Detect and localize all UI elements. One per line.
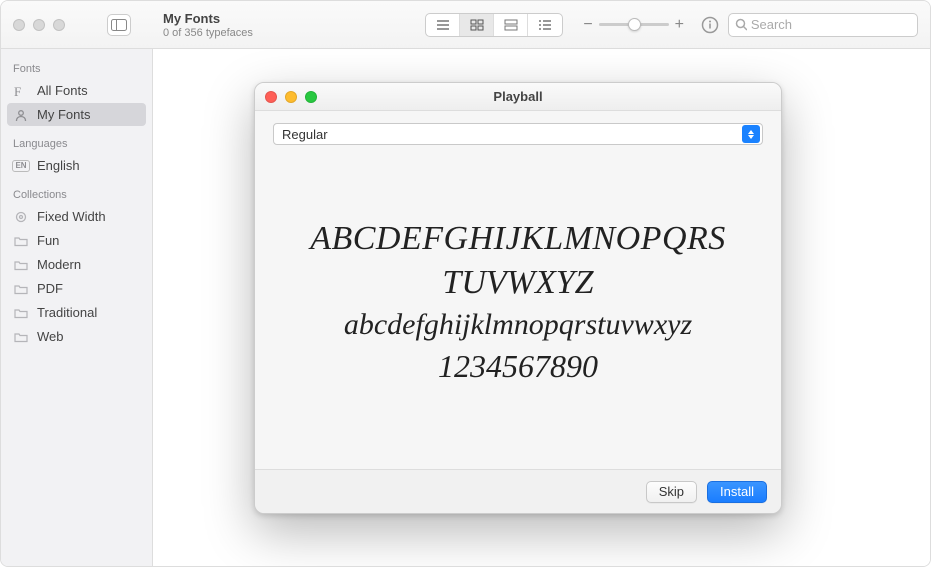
search-field[interactable] <box>728 13 918 37</box>
dialog-titlebar: Playball <box>255 83 781 111</box>
sidebar-item-label: Web <box>37 329 64 344</box>
preview-line-digits: 1234567890 <box>438 348 598 385</box>
dialog-title: Playball <box>255 89 781 104</box>
list-icon <box>538 19 552 31</box>
sidebar-icon <box>111 19 127 31</box>
font-preview: ABCDEFGHIJKLMNOPQRS TUVWXYZ abcdefghijkl… <box>273 145 763 469</box>
font-icon: F <box>13 84 29 98</box>
sidebar-item-label: English <box>37 158 80 173</box>
rows-icon <box>504 19 518 31</box>
view-repertoire-button[interactable] <box>494 14 528 36</box>
info-icon <box>701 16 719 34</box>
window-controls <box>13 14 135 36</box>
user-icon <box>13 108 29 122</box>
dialog-window-controls <box>265 91 317 103</box>
folder-icon <box>13 283 29 295</box>
sidebar-section-header: Fonts <box>1 59 152 78</box>
search-icon <box>735 18 747 31</box>
sidebar-item-fun[interactable]: Fun <box>1 229 152 252</box>
svg-text:F: F <box>14 84 21 98</box>
sidebar-item-label: PDF <box>37 281 63 296</box>
sidebar-item-web[interactable]: Web <box>1 325 152 348</box>
zoom-in-button[interactable]: + <box>675 16 684 34</box>
sidebar: Fonts F All Fonts My Fonts Languages EN … <box>1 49 153 566</box>
font-style-select[interactable]: Regular <box>273 123 763 145</box>
sidebar-item-pdf[interactable]: PDF <box>1 277 152 300</box>
skip-button[interactable]: Skip <box>646 481 697 503</box>
folder-icon <box>13 307 29 319</box>
dialog-close-button[interactable] <box>265 91 277 103</box>
minimize-window-button[interactable] <box>33 19 45 31</box>
lines-icon <box>436 19 450 31</box>
font-style-value: Regular <box>282 127 328 142</box>
zoom-slider[interactable] <box>599 23 669 26</box>
zoom-slider-thumb[interactable] <box>628 18 641 31</box>
zoom-window-button[interactable] <box>53 19 65 31</box>
preview-line-lowercase: abcdefghijklmnopqrstuvwxyz <box>344 308 692 342</box>
sidebar-item-label: Fixed Width <box>37 209 106 224</box>
toolbar: − + <box>425 13 918 37</box>
dialog-footer: Skip Install <box>255 469 781 513</box>
sidebar-section-header: Languages <box>1 134 152 153</box>
view-sample-button[interactable] <box>426 14 460 36</box>
sidebar-item-label: All Fonts <box>37 83 88 98</box>
lang-badge-icon: EN <box>13 160 29 172</box>
sidebar-item-label: My Fonts <box>37 107 90 122</box>
sidebar-item-label: Modern <box>37 257 81 272</box>
view-list-button[interactable] <box>528 14 562 36</box>
preview-line-uppercase-2: TUVWXYZ <box>442 264 593 302</box>
folder-icon <box>13 331 29 343</box>
dialog-minimize-button[interactable] <box>285 91 297 103</box>
window-title: My Fonts <box>163 11 253 26</box>
sidebar-item-label: Traditional <box>37 305 97 320</box>
titlebar: My Fonts 0 of 356 typefaces − <box>1 1 930 49</box>
grid-icon <box>470 19 484 31</box>
close-window-button[interactable] <box>13 19 25 31</box>
dialog-zoom-button[interactable] <box>305 91 317 103</box>
folder-icon <box>13 235 29 247</box>
toggle-sidebar-button[interactable] <box>107 14 131 36</box>
dialog-body: Regular ABCDEFGHIJKLMNOPQRS TUVWXYZ abcd… <box>255 111 781 469</box>
zoom-out-button[interactable]: − <box>583 16 592 34</box>
window-subtitle: 0 of 356 typefaces <box>163 27 253 39</box>
zoom-control: − + <box>583 16 684 34</box>
sidebar-item-modern[interactable]: Modern <box>1 253 152 276</box>
sidebar-item-traditional[interactable]: Traditional <box>1 301 152 324</box>
sidebar-item-all-fonts[interactable]: F All Fonts <box>1 79 152 102</box>
view-grid-button[interactable] <box>460 14 494 36</box>
view-mode-segment <box>425 13 563 37</box>
font-book-window: My Fonts 0 of 356 typefaces − <box>0 0 931 567</box>
gear-icon <box>13 210 29 224</box>
sidebar-item-my-fonts[interactable]: My Fonts <box>7 103 146 126</box>
folder-icon <box>13 259 29 271</box>
search-input[interactable] <box>751 17 911 32</box>
sidebar-section-header: Collections <box>1 185 152 204</box>
preview-line-uppercase-1: ABCDEFGHIJKLMNOPQRS <box>310 220 726 258</box>
window-title-block: My Fonts 0 of 356 typefaces <box>163 11 253 39</box>
sidebar-item-fixed-width[interactable]: Fixed Width <box>1 205 152 228</box>
sidebar-item-english[interactable]: EN English <box>1 154 152 177</box>
info-button[interactable] <box>698 14 722 36</box>
dropdown-stepper-icon <box>742 125 760 143</box>
sidebar-item-label: Fun <box>37 233 59 248</box>
font-install-dialog: Playball Regular ABCDEFGHIJKLMNOPQRS TUV… <box>254 82 782 514</box>
install-button[interactable]: Install <box>707 481 767 503</box>
